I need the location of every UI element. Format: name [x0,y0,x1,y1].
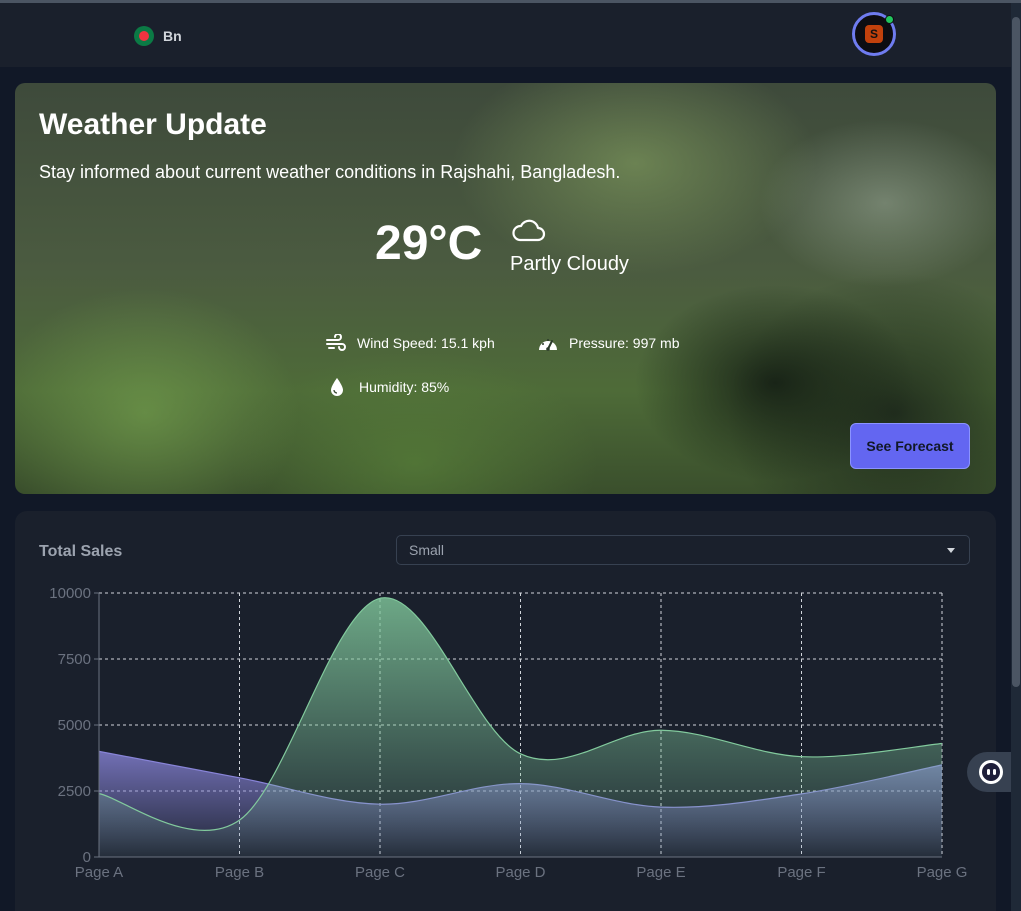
language-switcher[interactable]: Bn [134,26,182,46]
scrollbar[interactable] [1011,3,1021,911]
sales-title: Total Sales [39,543,123,560]
size-select-value: Small [409,542,445,558]
scrollbar-thumb[interactable] [1012,17,1020,687]
pressure-stat: Pressure: 997 mb [537,334,680,352]
x-tick-label: Page F [777,864,825,881]
x-tick-label: Page C [355,864,405,881]
language-label: Bn [163,28,182,44]
y-tick-label: 7500 [58,651,91,668]
cloud-icon [512,219,546,242]
see-forecast-button[interactable]: See Forecast [850,423,970,469]
x-tick-label: Page D [495,864,545,881]
water-drop-icon [331,378,343,396]
x-tick-label: Page E [636,864,685,881]
sales-area-chart: 025005000750010000Page A Page B Page C Page… [49,585,968,881]
y-tick-label: 10000 [49,585,91,602]
weather-subtitle: Stay informed about current weather cond… [39,162,621,182]
top-navbar: Bn S [0,3,1011,67]
user-avatar[interactable]: S [852,12,896,56]
chevron-down-icon [947,548,955,553]
weather-title: Weather Update [39,108,267,141]
chatbot-icon [979,760,1003,784]
bangladesh-flag-icon [134,26,154,46]
wind-speed-stat: Wind Speed: 15.1 kph [325,334,495,352]
weather-card: Weather Update Stay informed about curre… [15,83,996,494]
total-sales-card: Total Sales Small 0 2500 5000 7500 10000 Page… [15,511,996,911]
y-tick-label: 5000 [58,717,91,734]
weather-condition: Partly Cloudy [510,253,629,275]
avatar-logo: S [865,25,883,43]
y-tick-label: 2500 [58,783,91,800]
x-tick-label: Page B [215,864,264,881]
temperature-value: 29°C [375,217,483,270]
gauge-icon [539,339,557,351]
x-tick-label: Page A [75,864,123,881]
humidity-label: Humidity: 85% [359,379,450,395]
wind-speed-label: Wind Speed: 15.1 kph [357,335,495,351]
online-status-dot [885,15,894,24]
humidity-stat: Humidity: 85% [329,377,449,397]
size-select[interactable]: Small [396,535,970,565]
x-tick-label: Page G [917,864,968,881]
wind-icon [326,334,346,351]
pressure-label: Pressure: 997 mb [569,335,680,351]
